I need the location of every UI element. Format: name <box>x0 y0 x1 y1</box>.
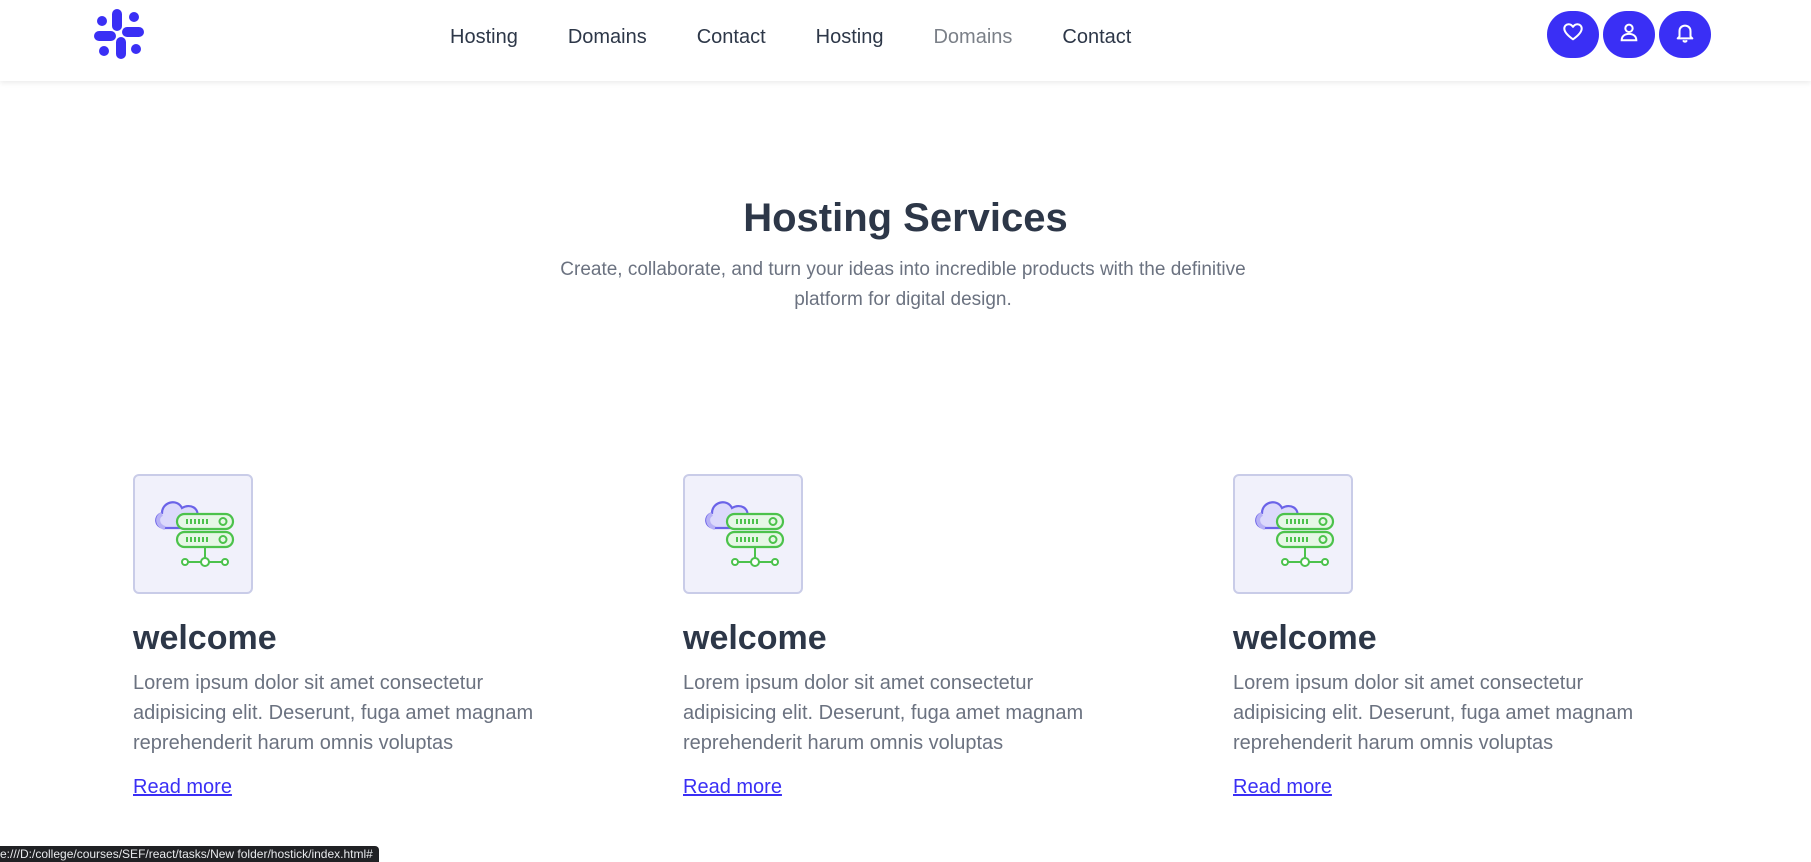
nav-link-hosting-2[interactable]: Hosting <box>816 22 884 52</box>
cloud-server-icon <box>683 474 803 594</box>
page-title: Hosting Services <box>743 196 1068 240</box>
notifications-button[interactable] <box>1659 11 1711 58</box>
service-card: welcome Lorem ipsum dolor sit amet conse… <box>1233 474 1673 799</box>
read-more-link[interactable]: Read more <box>683 776 782 799</box>
card-title: welcome <box>1233 619 1377 657</box>
service-card: welcome Lorem ipsum dolor sit amet conse… <box>133 474 573 799</box>
main-nav: Hosting Domains Contact Hosting Domains … <box>450 22 1181 52</box>
nav-link-contact-2[interactable]: Contact <box>1062 22 1131 52</box>
cloud-server-icon <box>1233 474 1353 594</box>
nav-link-domains[interactable]: Domains <box>568 22 647 52</box>
card-title: welcome <box>683 619 827 657</box>
read-more-link[interactable]: Read more <box>1233 776 1332 799</box>
link-status-bar: e:///D:/college/courses/SEF/react/tasks/… <box>0 846 379 862</box>
user-icon <box>1618 21 1640 48</box>
card-title: welcome <box>133 619 277 657</box>
read-more-link[interactable]: Read more <box>133 776 232 799</box>
card-description: Lorem ipsum dolor sit amet consectetur a… <box>683 672 1084 754</box>
nav-link-contact[interactable]: Contact <box>697 22 766 52</box>
card-description: Lorem ipsum dolor sit amet consectetur a… <box>133 672 534 754</box>
navbar: Hosting Domains Contact Hosting Domains … <box>0 0 1811 81</box>
logo-icon[interactable] <box>92 7 146 61</box>
nav-link-domains-2[interactable]: Domains <box>933 22 1012 52</box>
profile-button[interactable] <box>1603 11 1655 58</box>
card-description: Lorem ipsum dolor sit amet consectetur a… <box>1233 672 1634 754</box>
heart-icon <box>1562 21 1584 48</box>
page-subtitle: Create, collaborate, and turn your ideas… <box>560 259 1246 310</box>
nav-link-hosting[interactable]: Hosting <box>450 22 518 52</box>
bell-icon <box>1674 21 1696 48</box>
nav-icon-group <box>1547 11 1715 58</box>
cloud-server-icon <box>133 474 253 594</box>
service-card: welcome Lorem ipsum dolor sit amet conse… <box>683 474 1123 799</box>
favorites-button[interactable] <box>1547 11 1599 58</box>
